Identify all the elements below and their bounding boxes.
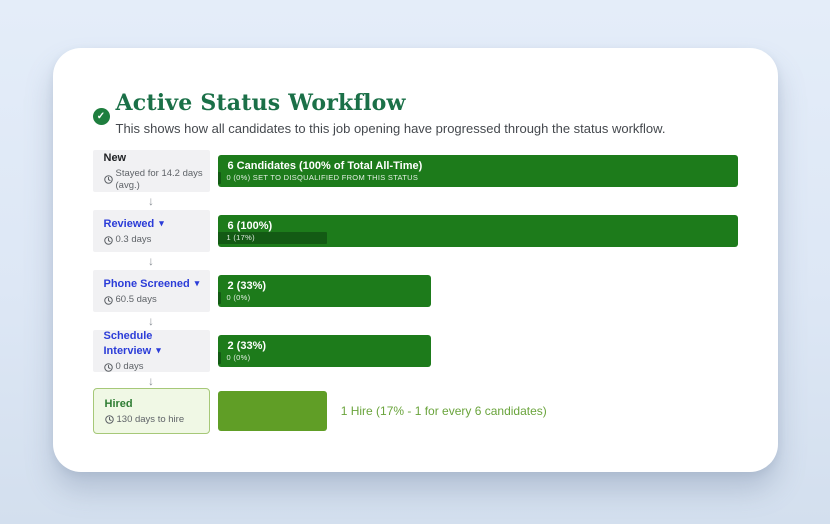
page-title: Active Status Workflow: [115, 90, 406, 116]
clock-icon: [103, 235, 113, 245]
status-name: Reviewed: [103, 218, 155, 230]
disqualified-fill: [217, 352, 221, 364]
bar-reviewed: 6 (100%) 1 (17%): [217, 215, 738, 247]
arrow-down-icon: ↓: [148, 314, 154, 328]
bar-area-hired: 1 Hire (17% - 1 for every 6 candidates): [217, 388, 738, 434]
status-box-new: New Stayed for 14.2 days (avg.): [92, 150, 210, 192]
status-label-new: New: [104, 151, 210, 165]
status-box-schedule-interview: Schedule Interview ▾ 0 days: [92, 329, 210, 373]
status-box-hired: Hired 130 days to hire: [92, 388, 210, 434]
bar-count-label: 6 (100%): [227, 220, 273, 232]
card-header: ✓ Active Status Workflow This shows how …: [92, 90, 738, 138]
clock-icon: [103, 175, 113, 184]
status-name: Phone Screened: [103, 278, 190, 290]
status-name: New: [103, 151, 127, 164]
check-circle-icon: ✓: [92, 108, 110, 125]
workflow-row-schedule-interview: Schedule Interview ▾ 0 days 2 (33%) 0 (0%): [92, 329, 738, 373]
status-duration: 0.3 days: [103, 234, 210, 246]
bar-schedule-interview: 2 (33%) 0 (0%): [217, 335, 431, 367]
workflow-row-phone-screened: Phone Screened ▾ 60.5 days 2 (33%) 0 (0%): [92, 270, 738, 312]
arrow-down-icon: ↓: [148, 194, 154, 208]
status-name: Schedule Interview: [103, 330, 153, 357]
caret-down-icon: ▾: [159, 218, 164, 228]
workflow-row-hired: Hired 130 days to hire 1 Hire (17% - 1 for…: [92, 388, 738, 434]
bar-new: 6 Candidates (100% of Total All-Time) 0 (…: [217, 155, 738, 187]
disqualified-sub-bar: 0 (0%): [217, 292, 431, 304]
disqualified-sub-bar: 1 (17%): [217, 232, 738, 244]
bar-area-reviewed: 6 (100%) 1 (17%): [217, 210, 738, 252]
caret-down-icon: ▾: [194, 278, 200, 288]
workflow-card: ✓ Active Status Workflow This shows how …: [52, 48, 778, 472]
clock-icon: [104, 415, 114, 424]
page-description: This shows how all candidates to this jo…: [115, 121, 666, 136]
status-duration-text: 0 days: [115, 361, 144, 372]
status-duration-text: 0.3 days: [115, 234, 152, 245]
status-box-reviewed: Reviewed ▾ 0.3 days: [92, 210, 210, 252]
disqualified-sub-bar: 0 (0%): [217, 352, 431, 364]
status-label-schedule-interview: Schedule Interview ▾: [104, 329, 210, 358]
status-name: Hired: [104, 397, 133, 410]
status-duration-text: 60.5 days: [115, 294, 157, 305]
status-dropdown-reviewed[interactable]: Reviewed ▾: [104, 218, 164, 230]
status-duration: 0 days: [103, 361, 210, 373]
bar-count-label: 2 (33%): [227, 280, 267, 292]
status-duration: Stayed for 14.2 days (avg.): [103, 167, 210, 192]
disqualified-fill: [217, 172, 221, 184]
workflow-row-reviewed: Reviewed ▾ 0.3 days 6 (100%) 1 (17%): [92, 210, 738, 252]
bar-count-label: 2 (33%): [227, 340, 267, 352]
bar-phone-screened: 2 (33%) 0 (0%): [217, 275, 431, 307]
hire-summary-label: 1 Hire (17% - 1 for every 6 candidates): [340, 404, 547, 418]
status-label-phone-screened: Phone Screened ▾: [104, 276, 210, 291]
status-label-reviewed: Reviewed ▾: [104, 216, 210, 231]
status-duration: 130 days to hire: [104, 413, 209, 426]
bar-area-schedule-interview: 2 (33%) 0 (0%): [217, 330, 738, 372]
arrow-down-icon: ↓: [148, 254, 154, 268]
disqualified-label: 0 (0%): [226, 353, 251, 362]
bar-area-phone-screened: 2 (33%) 0 (0%): [217, 270, 738, 312]
status-dropdown-phone-screened[interactable]: Phone Screened ▾: [104, 278, 200, 290]
workflow-row-new: New Stayed for 14.2 days (avg.) 6 Candidat…: [92, 150, 738, 192]
caret-down-icon: ▾: [156, 345, 161, 355]
status-label-hired: Hired: [105, 397, 209, 411]
disqualified-label: 0 (0%) SET TO DISQUALIFIED FROM THIS STA…: [226, 173, 419, 182]
bar-hired: [217, 391, 327, 431]
disqualified-label: 0 (0%): [226, 293, 251, 302]
status-box-phone-screened: Phone Screened ▾ 60.5 days: [92, 270, 210, 312]
status-duration: 60.5 days: [103, 294, 210, 306]
status-duration-text: 130 days to hire: [116, 413, 185, 425]
bar-count-label: 6 Candidates (100% of Total All-Time): [227, 160, 423, 172]
bar-area-new: 6 Candidates (100% of Total All-Time) 0 (…: [217, 150, 738, 192]
status-duration-text: Stayed for 14.2 days (avg.): [115, 167, 203, 191]
clock-icon: [103, 362, 113, 372]
disqualified-label: 1 (17%): [226, 233, 255, 242]
disqualified-fill: [217, 292, 221, 304]
clock-icon: [103, 295, 113, 305]
disqualified-sub-bar: 0 (0%) SET TO DISQUALIFIED FROM THIS STA…: [217, 172, 738, 184]
status-dropdown-schedule-interview[interactable]: Schedule Interview ▾: [104, 330, 161, 357]
workflow-rows: New Stayed for 14.2 days (avg.) 6 Candidat…: [92, 150, 738, 434]
